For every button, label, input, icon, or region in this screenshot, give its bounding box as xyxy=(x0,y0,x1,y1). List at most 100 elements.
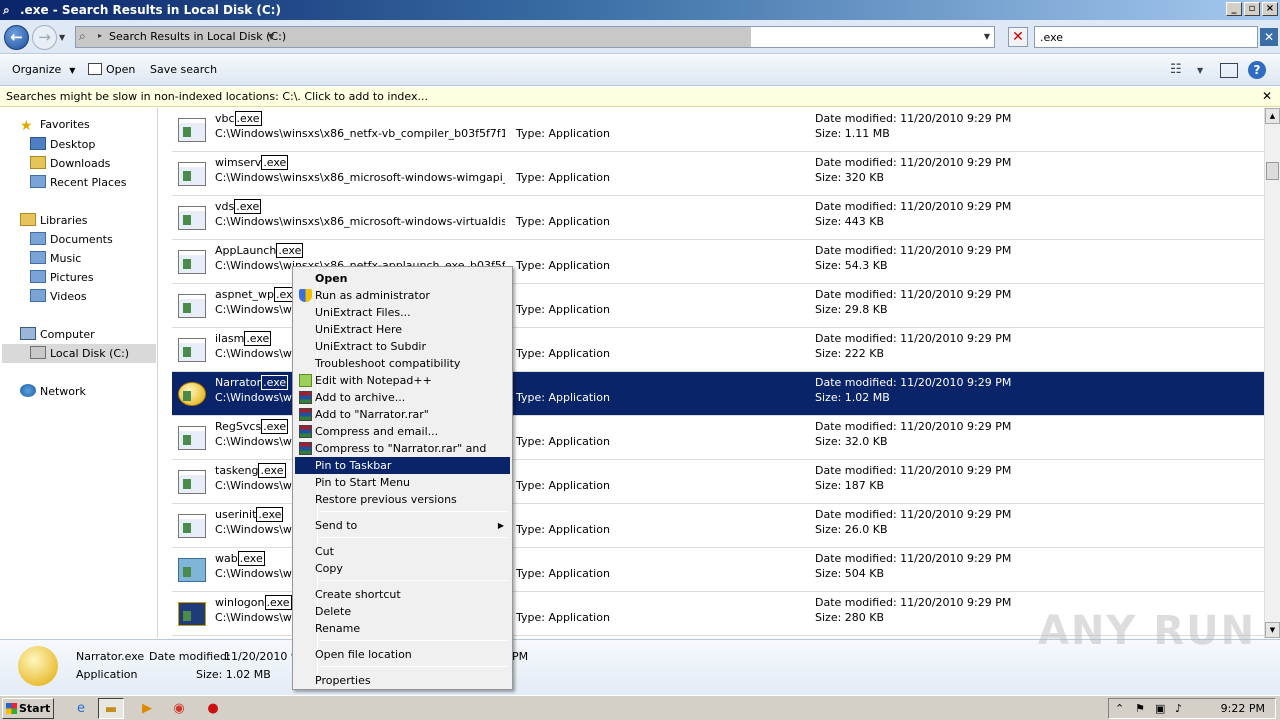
file-name: winlogon .exe xyxy=(215,595,292,610)
menu-item-properties[interactable]: Properties xyxy=(295,672,510,689)
menu-item-label: Send to xyxy=(315,519,358,532)
menu-item-cut[interactable]: Cut xyxy=(295,543,510,560)
menu-item-compress-email[interactable]: Compress and email... xyxy=(295,423,510,440)
menu-item-run-as-administrator[interactable]: Run as administrator xyxy=(295,287,510,304)
action-center-flag-icon[interactable]: ⚑ xyxy=(1135,702,1145,715)
result-row[interactable]: vbc .exe C:\Windows\winsxs\x86_netfx-vb_c… xyxy=(172,108,1264,152)
application-icon xyxy=(178,294,206,318)
music-icon xyxy=(30,251,46,264)
minimize-button[interactable]: _ xyxy=(1226,2,1242,16)
results-scrollbar[interactable]: ▲ ▼ xyxy=(1264,108,1280,638)
scroll-thumb[interactable] xyxy=(1266,162,1279,180)
menu-item-create-shortcut[interactable]: Create shortcut xyxy=(295,586,510,603)
chrome-icon[interactable]: ◉ xyxy=(166,698,192,719)
stop-search-button[interactable]: ✕ xyxy=(1008,27,1028,47)
application-icon xyxy=(178,338,206,362)
breadcrumb-chevron-icon[interactable]: ▸ xyxy=(98,31,102,40)
scroll-up-icon[interactable]: ▲ xyxy=(1265,108,1280,124)
menu-item-edit-notepadpp[interactable]: Edit with Notepad++ xyxy=(295,372,510,389)
narrator-icon xyxy=(178,382,206,406)
open-button[interactable]: Open xyxy=(88,63,135,76)
file-size: Size: 1.11 MB xyxy=(815,127,890,140)
menu-item-pin-to-taskbar[interactable]: Pin to Taskbar xyxy=(295,457,510,474)
menu-item-add-to-narrator-rar[interactable]: Add to "Narrator.rar" xyxy=(295,406,510,423)
menu-item-restore-versions[interactable]: Restore previous versions xyxy=(295,491,510,508)
menu-separator xyxy=(320,511,508,512)
result-row[interactable]: wimserv .exe C:\Windows\winsxs\x86_micros… xyxy=(172,152,1264,196)
forward-button[interactable]: → xyxy=(32,25,57,50)
media-player-icon[interactable]: ▶ xyxy=(134,698,160,719)
result-row[interactable]: vds .exe C:\Windows\winsxs\x86_microsoft-… xyxy=(172,196,1264,240)
file-type: Type: Application xyxy=(516,391,610,404)
nav-label: Network xyxy=(40,385,86,398)
menu-item-open[interactable]: Open xyxy=(295,270,510,287)
explorer-icon[interactable]: ▬ xyxy=(98,698,124,719)
file-name: ilasm .exe xyxy=(215,331,272,346)
back-button[interactable]: ← xyxy=(4,25,29,50)
menu-item-send-to[interactable]: Send to ▶ xyxy=(295,517,510,534)
menu-item-open-file-location[interactable]: Open file location xyxy=(295,646,510,663)
search-input[interactable] xyxy=(1034,26,1258,48)
organize-button[interactable]: Organize ▼ xyxy=(12,63,75,76)
maximize-button[interactable]: ▫ xyxy=(1244,2,1260,16)
uac-shield-icon xyxy=(299,289,312,302)
index-info-bar[interactable]: Searches might be slow in non-indexed lo… xyxy=(0,87,1280,107)
computer-icon xyxy=(20,327,36,340)
menu-item-delete[interactable]: Delete xyxy=(295,603,510,620)
nav-item-documents[interactable]: Documents xyxy=(30,232,113,246)
nav-item-network[interactable]: Network xyxy=(20,384,86,398)
recent-pages-dropdown[interactable]: ▼ xyxy=(59,33,65,42)
menu-item-copy[interactable]: Copy xyxy=(295,560,510,577)
close-icon[interactable]: ✕ xyxy=(1262,89,1272,103)
menu-item-add-to-archive[interactable]: Add to archive... xyxy=(295,389,510,406)
menu-item-uniextract-here[interactable]: UniExtract Here xyxy=(295,321,510,338)
breadcrumb-location[interactable]: Search Results in Local Disk (C:) xyxy=(109,30,286,43)
nav-item-local-disk[interactable]: Local Disk (C:) xyxy=(30,346,129,360)
menu-separator xyxy=(320,640,508,641)
menu-item-compress-narrator-email[interactable]: Compress to "Narrator.rar" and email xyxy=(295,440,510,472)
address-book-icon xyxy=(178,558,206,582)
volume-icon[interactable]: ♪ xyxy=(1175,702,1182,715)
menu-separator xyxy=(320,666,508,667)
menu-item-troubleshoot[interactable]: Troubleshoot compatibility xyxy=(295,355,510,372)
address-dropdown-icon[interactable]: ▼ xyxy=(984,32,990,41)
nav-item-downloads[interactable]: Downloads xyxy=(30,156,110,170)
internet-explorer-icon[interactable]: e xyxy=(68,698,94,719)
breadcrumb-chevron-down-icon[interactable]: ▼ xyxy=(268,32,274,41)
views-icon[interactable]: ☷ xyxy=(1170,62,1182,77)
nav-item-music[interactable]: Music xyxy=(30,251,81,265)
nav-label: Recent Places xyxy=(50,176,127,189)
menu-item-uniextract-files[interactable]: UniExtract Files... xyxy=(295,304,510,321)
nav-item-pictures[interactable]: Pictures xyxy=(30,270,94,284)
file-date: Date modified: 11/20/2010 9:29 PM xyxy=(815,156,1012,169)
nav-label: Pictures xyxy=(50,271,94,284)
opera-icon[interactable]: ● xyxy=(200,698,226,719)
file-path: C:\Windows\winsxs\x86_netfx-vb_compiler_… xyxy=(215,127,505,140)
start-button[interactable]: Start xyxy=(2,698,54,719)
views-dropdown-icon[interactable]: ▼ xyxy=(1197,66,1203,75)
clear-search-icon[interactable]: ✕ xyxy=(1260,28,1278,46)
breadcrumb[interactable]: ⌕ ▸ Search Results in Local Disk (C:) ▼ … xyxy=(75,26,995,48)
menu-item-uniextract-subdir[interactable]: UniExtract to Subdir xyxy=(295,338,510,355)
file-type: Type: Application xyxy=(516,567,610,580)
address-bar: ← → ▼ ⌕ ▸ Search Results in Local Disk (… xyxy=(0,20,1280,54)
nav-item-desktop[interactable]: Desktop xyxy=(30,137,95,151)
scroll-down-icon[interactable]: ▼ xyxy=(1265,622,1280,638)
network-icon[interactable]: ▣ xyxy=(1155,702,1165,715)
nav-item-videos[interactable]: Videos xyxy=(30,289,87,303)
show-hidden-icons-icon[interactable]: ⌃ xyxy=(1115,702,1124,715)
file-type: Type: Application xyxy=(516,127,610,140)
preview-pane-icon[interactable] xyxy=(1220,63,1238,78)
help-icon[interactable]: ? xyxy=(1248,61,1266,79)
nav-item-libraries[interactable]: Libraries xyxy=(20,213,88,227)
close-button[interactable]: × xyxy=(1262,2,1278,16)
clock[interactable]: 9:22 PM xyxy=(1221,702,1265,715)
file-name: wab .exe xyxy=(215,551,265,566)
nav-item-computer[interactable]: Computer xyxy=(20,327,95,341)
nav-item-favorites[interactable]: ★ Favorites xyxy=(20,118,90,134)
save-search-button[interactable]: Save search xyxy=(150,63,217,76)
menu-item-rename[interactable]: Rename xyxy=(295,620,510,637)
menu-item-pin-to-start[interactable]: Pin to Start Menu xyxy=(295,474,510,491)
navigation-pane: ★ Favorites Desktop Downloads Recent Plac… xyxy=(0,108,158,638)
nav-item-recent-places[interactable]: Recent Places xyxy=(30,175,127,189)
